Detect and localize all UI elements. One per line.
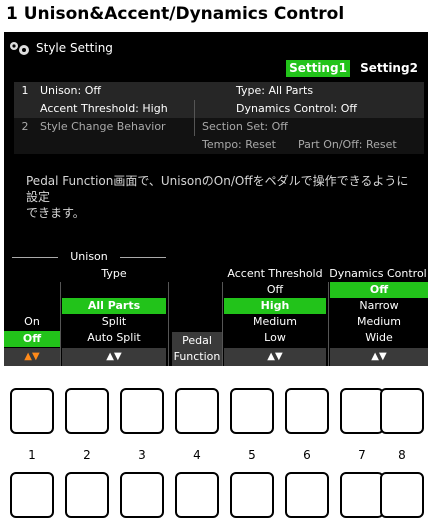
lower-button-2[interactable] <box>65 472 109 518</box>
column-divider <box>60 282 61 366</box>
row-number: 1 <box>21 84 29 97</box>
lower-button-6[interactable] <box>285 472 329 518</box>
window-title: Style Setting <box>36 41 113 55</box>
title-rule <box>120 257 166 258</box>
description-line: できます。 <box>26 206 85 220</box>
unison-group-title: Unison <box>12 250 166 264</box>
dynamics-control-summary: Dynamics Control: Off <box>236 102 357 115</box>
unison-option-on[interactable]: On <box>4 314 60 330</box>
settings-info-panel: 1 Unison: Off Type: All Parts Accent Thr… <box>14 82 424 156</box>
unison-column[interactable]: On Off ▲▼ <box>4 282 60 366</box>
info-row-unison[interactable]: 1 Unison: Off Type: All Parts <box>14 82 424 100</box>
accent-threshold-summary: Accent Threshold: High <box>40 102 168 115</box>
dynamics-option-narrow[interactable]: Narrow <box>330 298 428 314</box>
row-number: 2 <box>21 120 29 133</box>
button-number-8: 8 <box>398 448 406 462</box>
lcd-screen: Style Setting Setting1 Setting2 1 Unison… <box>4 32 428 366</box>
type-up-down-arrows: ▲▼ <box>62 348 166 366</box>
column-divider <box>328 282 329 366</box>
upper-button-2[interactable] <box>65 388 109 434</box>
accent-option-high[interactable]: High <box>224 298 326 314</box>
description-text: Pedal Function画面で、UnisonのOn/Offをペダルで操作でき… <box>26 173 416 221</box>
upper-button-1[interactable] <box>10 388 54 434</box>
accent-option-off[interactable]: Off <box>224 282 326 298</box>
type-option-all-parts[interactable]: All Parts <box>62 298 166 314</box>
section-heading: 1 Unison&Accent/Dynamics Control <box>6 4 345 24</box>
type-column[interactable]: All Parts Split Auto Split ▲▼ <box>62 282 166 366</box>
info-row-accent[interactable]: Accent Threshold: High Dynamics Control:… <box>14 100 424 118</box>
unison-summary: Unison: Off <box>40 84 101 97</box>
upper-button-3[interactable] <box>120 388 164 434</box>
lower-button-5[interactable] <box>230 472 274 518</box>
type-option-auto-split[interactable]: Auto Split <box>62 330 166 346</box>
button-number-2: 2 <box>83 448 91 462</box>
part-on-off-summary: Part On/Off: Reset <box>298 138 397 151</box>
dynamics-option-wide[interactable]: Wide <box>330 330 428 346</box>
unison-option-off[interactable]: Off <box>4 331 60 347</box>
title-rule <box>12 257 58 258</box>
tempo-summary: Tempo: Reset <box>202 138 276 151</box>
upper-button-6[interactable] <box>285 388 329 434</box>
button-number-7: 7 <box>358 448 366 462</box>
button-number-6: 6 <box>303 448 311 462</box>
tab-setting2[interactable]: Setting2 <box>354 60 424 77</box>
info-row-style-change[interactable]: 2 Style Change Behavior Section Set: Off <box>14 118 424 136</box>
column-divider <box>222 282 223 366</box>
dynamics-control-heading: Dynamics Control <box>329 267 427 280</box>
upper-button-5[interactable] <box>230 388 274 434</box>
info-row-tempo[interactable]: Tempo: Reset Part On/Off: Reset <box>14 136 424 154</box>
section-set-summary: Section Set: Off <box>202 120 288 133</box>
tab-setting1[interactable]: Setting1 <box>286 60 350 77</box>
upper-button-7[interactable] <box>340 388 384 434</box>
accent-option-low[interactable]: Low <box>224 330 326 346</box>
accent-option-medium[interactable]: Medium <box>224 314 326 330</box>
style-setting-icon <box>10 42 29 55</box>
button-number-3: 3 <box>138 448 146 462</box>
dynamics-control-column[interactable]: Off Narrow Medium Wide ▲▼ <box>330 282 428 366</box>
style-change-behavior-label: Style Change Behavior <box>40 120 166 133</box>
pedal-function-label-1: Pedal <box>182 334 212 347</box>
type-summary: Type: All Parts <box>236 84 314 97</box>
dynamics-up-down-arrows: ▲▼ <box>330 348 428 366</box>
title-bar: Style Setting Setting1 Setting2 <box>4 32 428 77</box>
pedal-function-button[interactable]: Pedal Function <box>172 332 222 366</box>
unison-title-label: Unison <box>70 250 108 263</box>
type-option-split[interactable]: Split <box>62 314 166 330</box>
description-line: Pedal Function画面で、UnisonのOn/Offをペダルで操作でき… <box>26 174 409 204</box>
button-number-4: 4 <box>193 448 201 462</box>
pedal-function-label-2: Function <box>173 350 221 363</box>
type-heading: Type <box>101 267 127 280</box>
accent-threshold-heading: Accent Threshold <box>227 267 323 280</box>
lower-button-8[interactable] <box>380 472 424 518</box>
lower-button-4[interactable] <box>175 472 219 518</box>
lower-button-1[interactable] <box>10 472 54 518</box>
button-number-1: 1 <box>28 448 36 462</box>
button-number-5: 5 <box>248 448 256 462</box>
column-divider <box>168 282 169 366</box>
dynamics-option-off[interactable]: Off <box>330 282 428 298</box>
accent-up-down-arrows: ▲▼ <box>224 348 326 366</box>
lower-button-7[interactable] <box>340 472 384 518</box>
upper-button-4[interactable] <box>175 388 219 434</box>
accent-threshold-column[interactable]: Off High Medium Low ▲▼ <box>224 282 326 366</box>
unison-up-down-arrows: ▲▼ <box>4 348 60 366</box>
upper-button-8[interactable] <box>380 388 424 434</box>
column-divider <box>194 100 195 136</box>
lower-button-3[interactable] <box>120 472 164 518</box>
dynamics-option-medium[interactable]: Medium <box>330 314 428 330</box>
